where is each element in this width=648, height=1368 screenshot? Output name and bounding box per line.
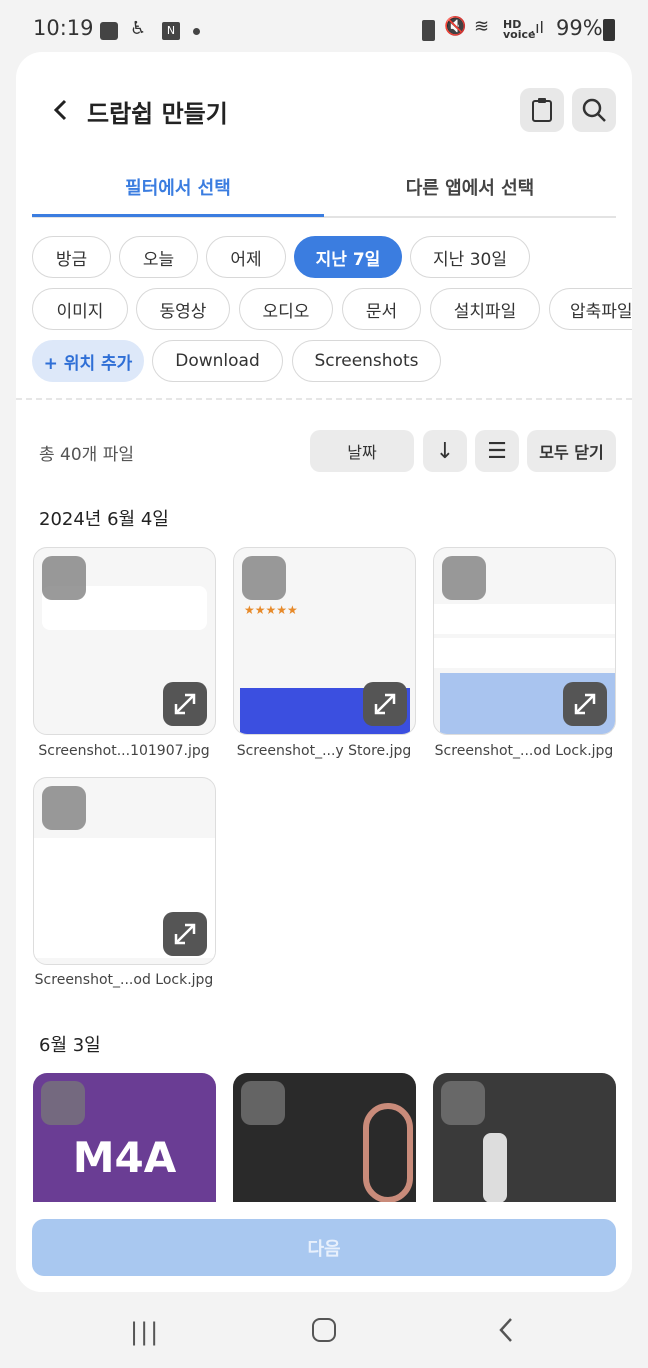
wifi-icon: ≋ (474, 16, 490, 37)
file-name: Screenshot_...od Lock.jpg (34, 972, 214, 988)
file-thumbnail[interactable] (33, 547, 216, 735)
back-nav-icon[interactable] (496, 1316, 516, 1344)
next-button[interactable]: 다음 (32, 1219, 616, 1276)
battery-level: 99% (556, 16, 603, 40)
sort-button[interactable]: 날짜 (310, 430, 414, 472)
filter-video[interactable]: 동영상 (136, 288, 230, 330)
gallery-icon (100, 22, 118, 40)
dot-icon (193, 28, 200, 35)
arrow-down-icon: ↓ (435, 438, 455, 464)
page-title: 드랍쉽 만들기 (87, 100, 228, 128)
filter-install-file[interactable]: 설치파일 (430, 288, 540, 330)
expand-button[interactable] (363, 682, 407, 726)
select-checkbox[interactable] (41, 1081, 85, 1125)
dropship-card: 드랍쉽 만들기 필터에서 선택 다른 앱에서 선택 방금 오늘 어제 지난 7일… (16, 52, 632, 1292)
sort-direction-button[interactable]: ↓ (423, 430, 467, 472)
expand-button[interactable] (163, 682, 207, 726)
preview-content (363, 1103, 413, 1203)
expand-icon (574, 693, 596, 715)
clipboard-icon (532, 98, 552, 122)
recent-apps-icon[interactable]: ||| (130, 1318, 160, 1346)
select-checkbox[interactable] (441, 1081, 485, 1125)
home-icon[interactable] (312, 1318, 336, 1342)
select-checkbox[interactable] (42, 556, 86, 600)
select-checkbox[interactable] (442, 556, 486, 600)
filter-just-now[interactable]: 방금 (32, 236, 111, 278)
filter-image[interactable]: 이미지 (32, 288, 128, 330)
select-checkbox[interactable] (42, 786, 86, 830)
location-download[interactable]: Download (152, 340, 283, 382)
battery-saver-icon (422, 20, 435, 41)
signal-icon: .ıl (530, 18, 544, 37)
file-thumbnail[interactable] (33, 777, 216, 965)
select-checkbox[interactable] (241, 1081, 285, 1125)
date-heading: 6월 3일 (39, 1035, 101, 1056)
naver-icon: N (162, 22, 180, 40)
filter-document[interactable]: 문서 (342, 288, 421, 330)
search-button[interactable] (572, 88, 616, 132)
filter-last-7-days[interactable]: 지난 7일 (294, 236, 402, 278)
file-name: Screenshot...101907.jpg (38, 743, 210, 759)
preview-stars: ★★★★★ (244, 603, 298, 617)
expand-button[interactable] (563, 682, 607, 726)
m4a-label: M4A (72, 1133, 177, 1182)
filter-yesterday[interactable]: 어제 (206, 236, 286, 278)
filter-last-30-days[interactable]: 지난 30일 (410, 236, 530, 278)
search-icon (582, 98, 606, 122)
expand-icon (174, 923, 196, 945)
date-heading: 2024년 6월 4일 (39, 509, 169, 530)
battery-icon (603, 19, 615, 41)
expand-button[interactable] (163, 912, 207, 956)
back-icon[interactable] (50, 98, 72, 122)
preview-content (434, 638, 615, 668)
file-name: Screenshot_...y Store.jpg (236, 743, 412, 759)
filter-audio[interactable]: 오디오 (239, 288, 333, 330)
filter-today[interactable]: 오늘 (119, 236, 198, 278)
section-divider (16, 398, 632, 400)
accessibility-icon: ♿ (130, 18, 147, 39)
status-bar: 10:19 ♿ N 🔇 ≋ HD voice .ıl 99% (0, 14, 648, 48)
add-location-button[interactable]: + 위치 추가 (32, 340, 144, 382)
file-thumbnail[interactable]: ★★★★★ (233, 547, 416, 735)
expand-icon (374, 693, 396, 715)
file-name: Screenshot_...od Lock.jpg (434, 743, 614, 759)
tab-other-app[interactable]: 다른 앱에서 선택 (324, 174, 616, 200)
view-mode-button[interactable]: ☰ (475, 430, 519, 472)
tab-filter[interactable]: 필터에서 선택 (32, 174, 324, 200)
filter-archive[interactable]: 압축파일 (549, 288, 632, 330)
select-checkbox[interactable] (242, 556, 286, 600)
collapse-all-button[interactable]: 모두 닫기 (527, 430, 616, 472)
mute-icon: 🔇 (444, 16, 467, 37)
nav-bar: ||| (0, 1300, 648, 1368)
expand-icon (174, 693, 196, 715)
list-icon: ☰ (487, 438, 507, 464)
preview-content (434, 604, 615, 634)
clock: 10:19 (33, 16, 94, 40)
file-count: 총 40개 파일 (39, 445, 134, 465)
preview-content (483, 1133, 507, 1203)
file-thumbnail[interactable] (433, 547, 616, 735)
clipboard-button[interactable] (520, 88, 564, 132)
location-screenshots[interactable]: Screenshots (292, 340, 441, 382)
tab-indicator (32, 214, 324, 217)
